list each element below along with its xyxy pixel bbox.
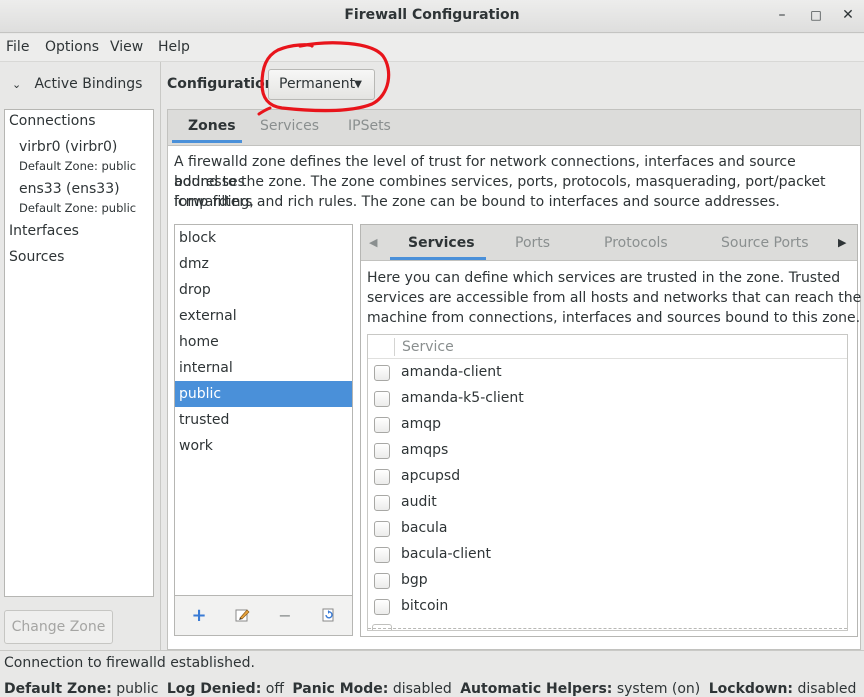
- panic-mode-value[interactable]: disabled: [393, 681, 452, 697]
- service-name: audit: [401, 494, 437, 510]
- tab-zone-services[interactable]: Services: [408, 235, 475, 251]
- service-checkbox[interactable]: [374, 443, 390, 459]
- active-bindings-label: Active Bindings: [34, 76, 143, 92]
- window-title: Firewall Configuration: [344, 7, 520, 23]
- configuration-dropdown[interactable]: Permanent ▼: [268, 69, 375, 100]
- chevron-down-icon: ⌄: [12, 78, 22, 91]
- menu-options[interactable]: Options: [45, 39, 99, 55]
- service-row: bgp: [368, 568, 847, 594]
- scroll-left-icon[interactable]: ◀: [369, 236, 377, 249]
- active-bindings-toggle[interactable]: ⌄ Active Bindings: [12, 76, 142, 92]
- pane-divider[interactable]: [160, 62, 161, 650]
- service-row: audit: [368, 490, 847, 516]
- menu-file[interactable]: File: [6, 39, 29, 55]
- load-defaults-icon[interactable]: [320, 607, 336, 625]
- minimize-icon[interactable]: –: [774, 7, 790, 23]
- add-zone-icon[interactable]: +: [191, 607, 207, 625]
- list-scroll-edge: [368, 628, 847, 629]
- service-row: amanda-client: [368, 360, 847, 386]
- default-zone-label: Default Zone:: [4, 681, 112, 697]
- edit-zone-icon[interactable]: [234, 607, 250, 625]
- sources-header[interactable]: Sources: [9, 249, 64, 265]
- service-name: amqps: [401, 442, 449, 458]
- service-row: amanda-k5-client: [368, 386, 847, 412]
- tab-zone-protocols[interactable]: Protocols: [604, 235, 668, 251]
- scroll-right-icon[interactable]: ▶: [838, 236, 846, 249]
- service-checkbox[interactable]: [374, 391, 390, 407]
- active-inner-tab-indicator: [390, 257, 486, 260]
- service-name: bacula-client: [401, 546, 492, 562]
- zone-item-home[interactable]: home: [175, 329, 352, 355]
- service-row: apcupsd: [368, 464, 847, 490]
- service-checkbox[interactable]: [374, 521, 390, 537]
- tab-zones[interactable]: Zones: [188, 118, 236, 134]
- tab-zone-source-ports[interactable]: Source Ports: [721, 235, 809, 251]
- maximize-icon[interactable]: □: [808, 7, 824, 23]
- zones-description-line: icmp filters and rich rules. The zone ca…: [174, 194, 780, 210]
- services-description-line: Here you can define which services are t…: [367, 270, 841, 286]
- service-name: bgp: [401, 572, 428, 588]
- service-name: amanda-client: [401, 364, 502, 380]
- column-separator: [394, 338, 395, 356]
- remove-zone-icon[interactable]: −: [277, 607, 293, 625]
- menu-help[interactable]: Help: [158, 39, 190, 55]
- zone-item-dmz[interactable]: dmz: [175, 251, 352, 277]
- active-tab-indicator: [172, 140, 242, 143]
- configuration-label: Configuration:: [167, 76, 281, 92]
- tab-ipsets[interactable]: IPSets: [348, 118, 391, 134]
- services-description-line: machine from connections, interfaces and…: [367, 310, 861, 326]
- log-denied-value[interactable]: off: [266, 681, 284, 697]
- service-name: amanda-k5-client: [401, 390, 524, 406]
- service-column-header[interactable]: Service: [402, 339, 454, 355]
- zone-item-work[interactable]: work: [175, 433, 352, 459]
- zone-item-external[interactable]: external: [175, 303, 352, 329]
- service-checkbox[interactable]: [374, 547, 390, 563]
- service-row: amqp: [368, 412, 847, 438]
- service-row: bacula: [368, 516, 847, 542]
- connection-zone: Default Zone: public: [19, 159, 137, 173]
- connection-zone: Default Zone: public: [19, 201, 137, 215]
- services-description-line: services are accessible from all hosts a…: [367, 290, 862, 306]
- lockdown-value[interactable]: disabled: [797, 681, 856, 697]
- zone-item-internal[interactable]: internal: [175, 355, 352, 381]
- service-row: amqps: [368, 438, 847, 464]
- close-icon[interactable]: ✕: [840, 7, 856, 23]
- automatic-helpers-label: Automatic Helpers:: [460, 681, 613, 697]
- connection-name[interactable]: virbr0 (virbr0): [19, 139, 117, 155]
- change-zone-button[interactable]: Change Zone: [4, 610, 113, 644]
- tab-zone-ports[interactable]: Ports: [515, 235, 550, 251]
- service-checkbox[interactable]: [374, 417, 390, 433]
- log-denied-label: Log Denied:: [166, 681, 262, 697]
- service-checkbox[interactable]: [374, 365, 390, 381]
- tab-services[interactable]: Services: [260, 118, 319, 134]
- connections-header[interactable]: Connections: [9, 113, 96, 129]
- zone-item-drop[interactable]: drop: [175, 277, 352, 303]
- service-name: apcupsd: [401, 468, 461, 484]
- default-zone-value[interactable]: public: [116, 681, 158, 697]
- connection-name[interactable]: ens33 (ens33): [19, 181, 120, 197]
- status-divider: [0, 650, 864, 651]
- service-checkbox[interactable]: [374, 469, 390, 485]
- zone-item-block[interactable]: block: [175, 225, 352, 251]
- panic-mode-label: Panic Mode:: [292, 681, 389, 697]
- service-name: bitcoin: [401, 598, 449, 614]
- service-name: bacula: [401, 520, 448, 536]
- zone-item-trusted[interactable]: trusted: [175, 407, 352, 433]
- status-summary: Default Zone: public Log Denied: off Pan…: [4, 681, 856, 697]
- partial-row: [372, 624, 392, 630]
- service-name: amqp: [401, 416, 441, 432]
- service-row: bitcoin: [368, 594, 847, 620]
- configuration-value: Permanent: [279, 76, 356, 92]
- service-checkbox[interactable]: [374, 599, 390, 615]
- interfaces-header[interactable]: Interfaces: [9, 223, 79, 239]
- zone-item-public[interactable]: public: [175, 381, 352, 407]
- service-checkbox[interactable]: [374, 495, 390, 511]
- menu-view[interactable]: View: [110, 39, 143, 55]
- caret-down-icon: ▼: [354, 79, 362, 90]
- automatic-helpers-value[interactable]: system (on): [617, 681, 700, 697]
- lockdown-label: Lockdown:: [708, 681, 794, 697]
- service-row: bacula-client: [368, 542, 847, 568]
- service-checkbox[interactable]: [374, 573, 390, 589]
- status-message: Connection to firewalld established.: [4, 655, 255, 671]
